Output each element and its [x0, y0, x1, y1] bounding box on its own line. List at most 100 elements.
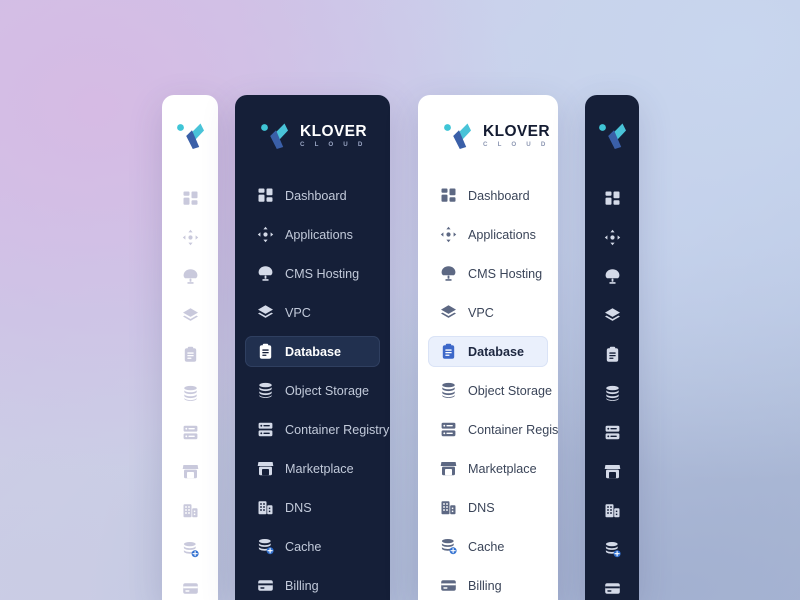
sidebar-item-cache[interactable] — [585, 534, 639, 565]
stacked-disks-icon — [259, 382, 272, 398]
sidebar-panel-collapsed-light — [162, 95, 218, 600]
sidebar-item-object-storage[interactable] — [585, 378, 639, 409]
sidebar-menu: Dashboard Applications CMS Hosting VPC Datab… — [418, 153, 558, 600]
sidebar-item-database[interactable]: Database — [428, 336, 548, 367]
sidebar-item-applications[interactable] — [585, 222, 639, 253]
building-icon — [183, 504, 197, 518]
sidebar-item-vpc[interactable]: VPC — [245, 297, 380, 328]
klover-k-logo-icon — [173, 119, 207, 153]
brand-name: KLOVER — [300, 122, 367, 140]
sidebar-item-object-storage[interactable]: Object Storage — [245, 375, 380, 406]
sidebar-item-label: Dashboard — [468, 188, 530, 203]
sidebar-item-cms-hosting[interactable] — [162, 261, 218, 292]
sidebar-item-label: Marketplace — [285, 461, 354, 476]
sidebar-item-dashboard[interactable]: Dashboard — [245, 180, 380, 211]
sidebar-item-cache[interactable] — [162, 534, 218, 565]
sidebar-item-dns[interactable]: DNS — [245, 492, 380, 523]
sidebar-item-marketplace[interactable] — [162, 456, 218, 487]
credit-card-icon — [258, 580, 273, 591]
stacked-disks-icon — [442, 382, 455, 398]
sidebar-item-label: Object Storage — [468, 383, 553, 398]
server-rack-icon — [441, 422, 456, 437]
clipboard-database-icon — [442, 343, 455, 359]
sidebar-item-billing[interactable]: Billing — [428, 570, 548, 600]
storefront-icon — [440, 462, 457, 476]
storefront-icon — [182, 465, 198, 479]
storefront-icon — [604, 465, 620, 479]
sidebar-item-marketplace[interactable] — [585, 456, 639, 487]
cms-hosting-icon — [183, 269, 197, 284]
sidebar-item-label: DNS — [285, 500, 312, 515]
sidebar-item-label: CMS Hosting — [285, 266, 360, 281]
sidebar-item-dashboard[interactable] — [162, 183, 218, 214]
sidebar-item-vpc[interactable] — [585, 300, 639, 331]
sidebar-item-billing[interactable] — [162, 573, 218, 600]
clipboard-database-icon — [259, 343, 272, 359]
brand-logo[interactable]: KLOVER C L O U D — [418, 95, 558, 153]
klover-k-logo-icon — [257, 119, 291, 153]
credit-card-icon — [182, 583, 198, 594]
move-arrows-icon — [440, 226, 457, 243]
sidebar-item-container-registry[interactable]: Container Registry — [428, 414, 558, 445]
brand-logo[interactable] — [162, 95, 218, 153]
sidebar-item-label: Applications — [468, 227, 536, 242]
sidebar-menu: Dashboard Applications CMS Hosting VPC Datab… — [235, 153, 390, 600]
sidebar-item-label: Database — [468, 344, 525, 359]
sidebar-item-label: DNS — [468, 500, 495, 515]
layers-icon — [441, 305, 456, 318]
sidebar-item-label: Dashboard — [285, 188, 347, 203]
sidebar-item-dashboard[interactable]: Dashboard — [428, 180, 548, 211]
sidebar-item-cache[interactable]: Cache — [245, 531, 380, 562]
sidebar-item-marketplace[interactable]: Marketplace — [245, 453, 380, 484]
sidebar-item-label: Database — [285, 344, 342, 359]
brand-wordmark: KLOVER C L O U D — [483, 124, 550, 149]
sidebar-panel-expanded-dark: KLOVER C L O U D Dashboard Applications CM… — [235, 95, 390, 600]
sidebar-item-container-registry[interactable]: Container Registry — [245, 414, 389, 445]
sidebar-item-applications[interactable]: Applications — [428, 219, 548, 250]
sidebar-item-applications[interactable]: Applications — [245, 219, 380, 250]
sidebar-item-label: Cache — [285, 539, 322, 554]
grid-dashboard-icon — [258, 188, 273, 202]
sidebar-item-dns[interactable] — [162, 495, 218, 526]
clipboard-database-icon — [606, 346, 618, 362]
sidebar-item-label: Billing — [285, 578, 319, 593]
sidebar-item-database[interactable] — [162, 339, 218, 370]
sidebar-item-database[interactable]: Database — [245, 336, 380, 367]
brand-wordmark: KLOVER C L O U D — [300, 124, 367, 149]
showcase-canvas: KLOVER C L O U D Dashboard Applications CM… — [0, 0, 800, 600]
brand-logo[interactable]: KLOVER C L O U D — [235, 95, 390, 153]
sidebar-item-applications[interactable] — [162, 222, 218, 253]
sidebar-item-object-storage[interactable]: Object Storage — [428, 375, 552, 406]
move-arrows-icon — [257, 226, 274, 243]
sidebar-item-label: Container Registry — [285, 422, 390, 437]
klover-k-logo-icon — [440, 119, 474, 153]
sidebar-item-label: Container Registry — [468, 422, 558, 437]
server-rack-icon — [183, 425, 197, 440]
sidebar-item-dns[interactable]: DNS — [428, 492, 548, 523]
credit-card-icon — [604, 583, 620, 594]
sidebar-item-dashboard[interactable] — [585, 183, 639, 214]
building-icon — [441, 501, 456, 515]
sidebar-item-container-registry[interactable] — [585, 417, 639, 448]
sidebar-item-marketplace[interactable]: Marketplace — [428, 453, 548, 484]
sidebar-item-cms-hosting[interactable]: CMS Hosting — [245, 258, 380, 289]
sidebar-item-label: Billing — [468, 578, 502, 593]
layers-icon — [182, 308, 198, 321]
sidebar-item-vpc[interactable] — [162, 300, 218, 331]
sidebar-item-label: Cache — [468, 539, 505, 554]
sidebar-item-cms-hosting[interactable]: CMS Hosting — [428, 258, 548, 289]
sidebar-panel-collapsed-dark — [585, 95, 639, 600]
sidebar-item-billing[interactable] — [585, 573, 639, 600]
brand-logo[interactable] — [585, 95, 639, 153]
building-icon — [605, 504, 619, 518]
sidebar-item-object-storage[interactable] — [162, 378, 218, 409]
sidebar-item-billing[interactable]: Billing — [245, 570, 380, 600]
sidebar-item-cms-hosting[interactable] — [585, 261, 639, 292]
sidebar-item-dns[interactable] — [585, 495, 639, 526]
sidebar-item-vpc[interactable]: VPC — [428, 297, 548, 328]
sidebar-item-database[interactable] — [585, 339, 639, 370]
sidebar-item-cache[interactable]: Cache — [428, 531, 548, 562]
credit-card-icon — [441, 580, 456, 591]
cms-hosting-icon — [258, 266, 273, 281]
sidebar-item-container-registry[interactable] — [162, 417, 218, 448]
